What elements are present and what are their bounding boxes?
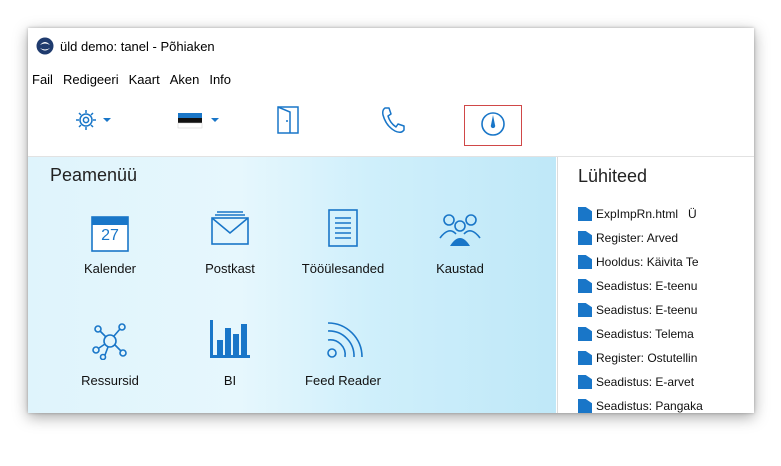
- shortcut-item[interactable]: Seadistus: E-teenu: [578, 298, 754, 322]
- window-title: üld demo: tanel - Põhiaken: [60, 38, 215, 54]
- mail-icon: [209, 208, 251, 253]
- shortcut-item[interactable]: Hooldus: Käivita Te: [578, 250, 754, 274]
- tile-postkast[interactable]: Postkast: [175, 211, 285, 276]
- door-icon: [274, 104, 304, 141]
- network-icon: [90, 320, 130, 365]
- shortcut-item[interactable]: Register: Arved: [578, 226, 754, 250]
- shortcuts-panel: Lühiteed ExpImpRn.html Ü Register: Arved…: [557, 157, 754, 413]
- menu-redigeeri[interactable]: Redigeeri: [59, 72, 119, 87]
- shortcut-item[interactable]: Seadistus: Telema: [578, 322, 754, 346]
- document-icon: [578, 231, 592, 245]
- people-group-icon: [438, 208, 482, 253]
- shortcut-item[interactable]: Seadistus: Pangaka: [578, 394, 754, 413]
- phone-icon: [377, 104, 407, 141]
- rss-icon: [323, 320, 363, 365]
- language-dropdown-button[interactable]: [174, 106, 224, 138]
- document-icon: [578, 255, 592, 269]
- task-list-icon: [326, 208, 360, 253]
- menu-bar: Fail Redigeeri Kaart Aken Info: [28, 68, 237, 90]
- tile-label: Kaustad: [436, 261, 484, 276]
- tile-label: Ressursid: [81, 373, 139, 388]
- shortcut-item[interactable]: Seadistus: E-arvet: [578, 370, 754, 394]
- document-icon: [578, 351, 592, 365]
- settings-dropdown-button[interactable]: [72, 106, 116, 138]
- document-icon: [578, 279, 592, 293]
- main-menu-panel: Peamenüü 27 Kalender Postkast Tööülesand…: [28, 157, 556, 413]
- menu-aken[interactable]: Aken: [166, 72, 200, 87]
- document-icon: [578, 207, 592, 221]
- tile-label: Feed Reader: [305, 373, 381, 388]
- menu-kaart[interactable]: Kaart: [125, 72, 160, 87]
- compass-button[interactable]: [476, 110, 510, 142]
- shortcut-item[interactable]: Register: Ostutellin: [578, 346, 754, 370]
- tile-kalender[interactable]: 27 Kalender: [55, 213, 165, 276]
- logout-door-button[interactable]: [274, 104, 304, 141]
- calendar-day: 27: [101, 227, 119, 244]
- app-logo-icon: [36, 37, 54, 55]
- title-bar: üld demo: tanel - Põhiaken: [28, 28, 754, 64]
- tile-kaustad[interactable]: Kaustad: [405, 213, 515, 276]
- phone-button[interactable]: [377, 106, 407, 138]
- gear-icon: [72, 105, 116, 140]
- toolbar: [28, 90, 754, 157]
- estonian-flag-icon: [174, 105, 224, 140]
- tile-ressursid[interactable]: Ressursid: [55, 323, 165, 388]
- bar-chart-icon: [208, 318, 252, 365]
- document-icon: [578, 303, 592, 317]
- tile-label: Tööülesanded: [301, 261, 385, 276]
- document-icon: [578, 399, 592, 413]
- calendar-icon: 27: [90, 213, 130, 253]
- document-icon: [578, 327, 592, 341]
- tile-label: BI: [223, 373, 237, 388]
- compass-icon: [476, 108, 510, 145]
- tile-bi[interactable]: BI: [175, 320, 285, 388]
- document-icon: [578, 375, 592, 389]
- shortcut-item[interactable]: ExpImpRn.html Ü: [578, 202, 754, 226]
- tile-tooulesanded[interactable]: Tööülesanded: [288, 209, 398, 276]
- tile-label: Kalender: [83, 261, 137, 276]
- menu-info[interactable]: Info: [205, 72, 231, 87]
- shortcut-item[interactable]: Seadistus: E-teenu: [578, 274, 754, 298]
- main-menu-title: Peamenüü: [50, 165, 138, 185]
- shortcuts-title: Lühiteed: [578, 166, 648, 186]
- tile-feed-reader[interactable]: Feed Reader: [288, 322, 398, 388]
- menu-fail[interactable]: Fail: [28, 72, 53, 87]
- app-window: üld demo: tanel - Põhiaken Fail Redigeer…: [28, 28, 754, 413]
- tile-label: Postkast: [205, 261, 255, 276]
- shortcut-list: ExpImpRn.html Ü Register: Arved Hooldus:…: [578, 202, 754, 413]
